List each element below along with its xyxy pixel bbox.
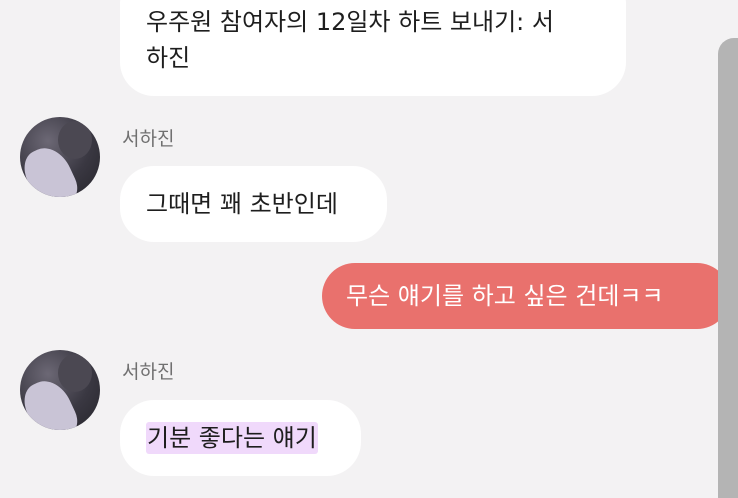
incoming-message-bubble[interactable]: 그때면 꽤 초반인데 [120,166,387,242]
highlighted-message-text: 기분 좋다는 얘기 [146,422,318,454]
sender-name: 서하진 [122,361,175,383]
avatar[interactable] [20,350,100,430]
avatar[interactable] [20,117,100,197]
system-message-line2: 하진 [146,44,191,72]
outgoing-message-bubble[interactable]: 무슨 얘기를 하고 싶은 건데ㅋㅋ [322,263,730,329]
system-message-bubble: 우주원 참여자의 12일차 하트 보내기: 서 하진 [120,0,626,96]
side-panel [718,38,738,498]
incoming-message-bubble[interactable]: 기분 좋다는 얘기 [120,400,361,476]
message-text: 그때면 꽤 초반인데 [146,190,338,218]
chat-view: 우주원 참여자의 12일차 하트 보내기: 서 하진 서하진 그때면 꽤 초반인… [0,0,738,498]
message-text: 무슨 얘기를 하고 싶은 건데ㅋㅋ [346,282,664,310]
sender-name: 서하진 [122,128,175,150]
system-message-line1: 우주원 참여자의 12일차 하트 보내기: 서 [146,8,554,36]
